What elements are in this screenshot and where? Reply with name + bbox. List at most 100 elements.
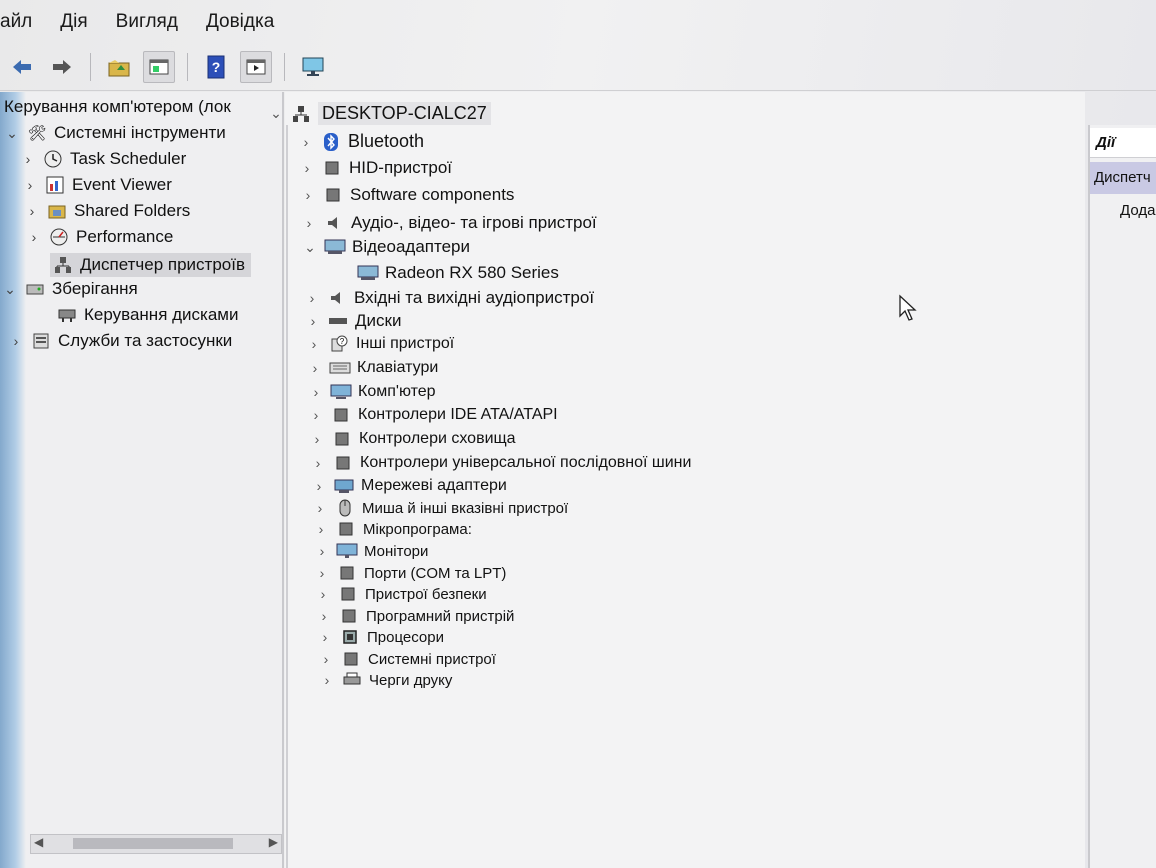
chevron-right-icon[interactable]: › [20, 151, 36, 167]
device-label: Порти (COM та LPT) [364, 564, 507, 582]
chevron-right-icon[interactable]: › [307, 360, 323, 376]
scroll-left-icon[interactable]: ◀ [34, 835, 43, 849]
storage-controller-icon [331, 430, 353, 448]
device-category[interactable]: › Комп'ютер [308, 383, 436, 401]
toolbar-separator [284, 53, 285, 81]
disk-management-icon [56, 305, 78, 325]
chevron-right-icon[interactable]: › [315, 586, 331, 602]
chevron-right-icon[interactable]: › [316, 608, 332, 624]
chevron-right-icon[interactable]: › [312, 500, 328, 516]
scroll-right-icon[interactable]: ▶ [269, 835, 278, 849]
computer-node[interactable]: ⌄ DESKTOP-CIALC27 [268, 102, 491, 125]
device-category[interactable]: › Контролери IDE ATA/ATAPI [308, 406, 558, 424]
device-category[interactable]: › Bluetooth [298, 131, 424, 152]
tree-item-disk-management[interactable]: Керування дисками [56, 305, 239, 325]
chevron-right-icon[interactable]: › [22, 177, 38, 193]
screen: айл Дія Вигляд Довідка ? Керування комп'… [0, 0, 1156, 868]
chevron-right-icon[interactable]: › [304, 290, 320, 306]
actions-device-manager[interactable]: Диспетч [1090, 162, 1156, 194]
menu-file[interactable]: айл [0, 7, 32, 37]
tree-item-root[interactable]: Керування комп'ютером (лок [4, 97, 231, 117]
menu-help[interactable]: Довідка [206, 7, 274, 37]
chevron-down-icon[interactable]: ⌄ [2, 281, 18, 298]
chevron-down-icon[interactable]: ⌄ [4, 125, 20, 142]
keyboard-icon [329, 359, 351, 377]
chevron-right-icon[interactable]: › [8, 333, 24, 349]
actions-more[interactable]: Дода [1120, 202, 1155, 219]
tree-item-shared-folders[interactable]: › Shared Folders [24, 201, 191, 221]
device-category[interactable]: › Порти (COM та LPT) [314, 564, 507, 582]
chevron-right-icon[interactable]: › [310, 455, 326, 471]
chevron-right-icon[interactable]: › [313, 521, 329, 537]
device-category[interactable]: › Диски [305, 311, 402, 331]
chevron-right-icon[interactable]: › [299, 160, 315, 176]
tree-item-system-tools[interactable]: ⌄ 🛠 Системні інструменти [4, 123, 226, 143]
network-adapter-icon [333, 477, 355, 495]
device-category[interactable]: › Мережеві адаптери [311, 477, 507, 495]
chevron-right-icon[interactable]: › [301, 215, 317, 231]
device-category[interactable]: › HID-пристрої [299, 158, 452, 178]
device-category[interactable]: › Контролери сховища [309, 430, 516, 448]
chevron-right-icon[interactable]: › [314, 565, 330, 581]
chevron-right-icon[interactable]: › [308, 384, 324, 400]
help-icon[interactable]: ? [200, 51, 232, 83]
tree-item-label: Диспетчер пристроїв [80, 255, 245, 274]
chevron-right-icon[interactable]: › [300, 187, 316, 203]
chevron-down-icon[interactable]: ⌄ [302, 239, 318, 256]
chevron-right-icon[interactable]: › [26, 229, 42, 245]
device-label: Диски [355, 311, 402, 330]
scrollbar-thumb[interactable] [73, 838, 233, 849]
device-label: Контролери IDE ATA/ATAPI [358, 406, 558, 423]
chevron-right-icon[interactable]: › [24, 203, 40, 219]
show-hide-icon[interactable] [240, 51, 272, 83]
device-category[interactable]: › Процесори [317, 628, 444, 646]
device-category[interactable]: › Програмний пристрій [316, 607, 515, 625]
chevron-right-icon[interactable]: › [319, 672, 335, 688]
device-category[interactable]: › Пристрої безпеки [315, 585, 487, 603]
tree-item-label: Event Viewer [72, 175, 172, 194]
chevron-right-icon[interactable]: › [298, 134, 314, 150]
monitor-icon[interactable] [297, 51, 329, 83]
tree-item-services[interactable]: › Служби та застосунки [8, 331, 233, 351]
chevron-right-icon[interactable]: › [306, 336, 322, 352]
properties-icon[interactable] [143, 51, 175, 83]
back-arrow-icon[interactable] [6, 51, 38, 83]
device-category[interactable]: › Миша й інші вказівні пристрої [312, 499, 568, 517]
menu-view[interactable]: Вигляд [116, 7, 178, 37]
tree-item-storage[interactable]: ⌄ Зберігання [2, 279, 138, 299]
device-category[interactable]: › Системні пристрої [318, 650, 496, 668]
chevron-right-icon[interactable]: › [305, 313, 321, 329]
forward-arrow-icon[interactable] [46, 51, 78, 83]
folder-up-icon[interactable] [103, 51, 135, 83]
chevron-right-icon[interactable]: › [308, 407, 324, 423]
device-category[interactable]: › Software components [300, 185, 515, 205]
chevron-down-icon[interactable]: ⌄ [268, 105, 284, 122]
tree-item-label: Shared Folders [74, 201, 191, 220]
tree-item-performance[interactable]: › Performance [26, 227, 174, 247]
tree-item-device-manager[interactable]: Диспетчер пристроїв [50, 253, 251, 277]
chevron-right-icon[interactable]: › [314, 543, 330, 559]
device-category[interactable]: › Мікропрограма: [313, 520, 472, 538]
tree-item-event-viewer[interactable]: › Event Viewer [22, 175, 172, 195]
device-category[interactable]: › Клавіатури [307, 359, 439, 377]
menu-action[interactable]: Дія [60, 7, 87, 37]
software-device-icon [338, 607, 360, 625]
device-label: Миша й інші вказівні пристрої [362, 499, 569, 517]
chevron-right-icon[interactable]: › [309, 431, 325, 447]
device-category[interactable]: › Монітори [314, 542, 429, 560]
chevron-right-icon[interactable]: › [311, 478, 327, 494]
chevron-right-icon[interactable]: › [318, 651, 334, 667]
clock-icon [42, 149, 64, 169]
device-category[interactable]: ⌄ Відеоадаптери [302, 237, 470, 257]
chevron-right-icon[interactable]: › [317, 629, 333, 645]
device-category[interactable]: › Вхідні та вихідні аудіопристрої [304, 288, 594, 308]
tree-item-task-scheduler[interactable]: › Task Scheduler [20, 149, 187, 169]
device-category[interactable]: › Черги друку [319, 671, 453, 689]
device-category[interactable]: › Аудіо-, відео- та ігрові пристрої [301, 213, 597, 233]
tree-horizontal-scrollbar[interactable]: ◀ ▶ [30, 834, 282, 854]
device-item[interactable]: Radeon RX 580 Series [357, 263, 559, 283]
shared-folder-icon [46, 201, 68, 221]
device-category[interactable]: › Контролери універсальної послідовної ши… [310, 454, 692, 472]
device-category[interactable]: ›? Інші пристрої [306, 335, 455, 353]
actions-pane [1088, 125, 1156, 868]
